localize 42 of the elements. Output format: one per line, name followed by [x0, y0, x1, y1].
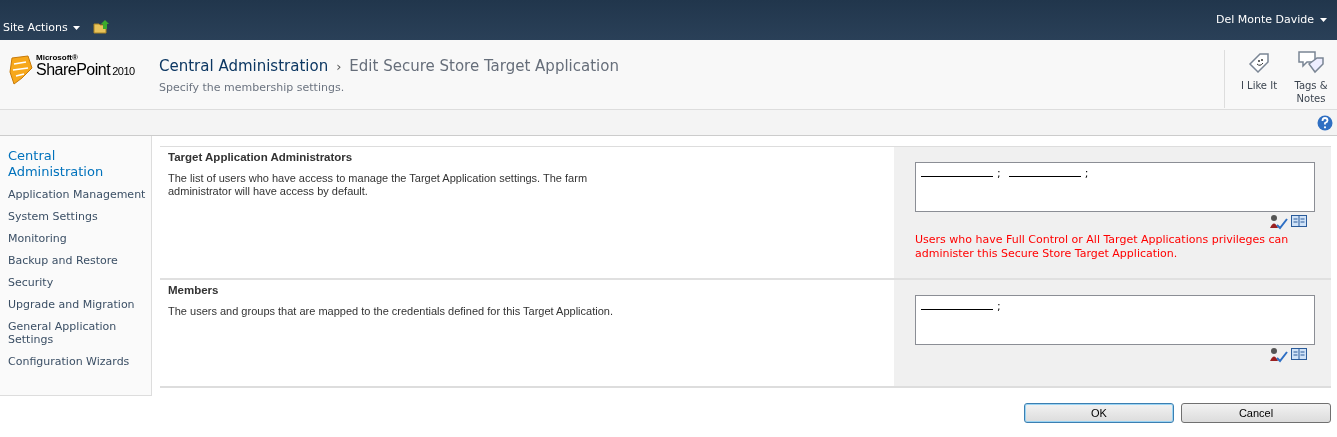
ok-button[interactable]: OK [1024, 403, 1174, 423]
section-description: The users and groups that are mapped to the credentials defined for this Target Application. [168, 305, 614, 318]
nav-link[interactable]: Monitoring [8, 228, 151, 250]
entry-separator: ; [1084, 167, 1089, 180]
help-icon[interactable] [1317, 114, 1333, 131]
check-names-icon[interactable] [1269, 347, 1289, 363]
nav-link[interactable]: Configuration Wizards [8, 351, 151, 373]
nav-heading-link[interactable]: Central Administration [8, 148, 151, 180]
entry-separator: ; [997, 167, 1001, 180]
logo-microsoft-text: Microsoft® [36, 54, 79, 62]
speech-tag-icon [1297, 50, 1325, 76]
address-book-icon[interactable] [1291, 347, 1307, 361]
nav-link[interactable]: Security [8, 272, 151, 294]
breadcrumb-separator: › [336, 59, 342, 74]
check-names-icon[interactable] [1269, 214, 1289, 230]
section-title: Target Application Administrators [168, 151, 354, 163]
address-book-icon[interactable] [1291, 214, 1307, 228]
nav-link[interactable]: System Settings [8, 206, 151, 228]
nav-link[interactable]: Backup and Restore [8, 250, 151, 272]
section-description: The list of users who have access to manage the Target Application settings. The farm administrator will have access by default. [168, 172, 589, 198]
nav-link[interactable]: Upgrade and Migration [8, 294, 151, 316]
caret-icon [72, 26, 80, 30]
caret-icon [1320, 18, 1327, 22]
sharepoint-logo-icon [8, 54, 34, 86]
people-picker-field[interactable]: ; ; [915, 162, 1315, 212]
entry-separator: ; [997, 300, 1001, 313]
page-title: Edit Secure Store Target Application [349, 57, 619, 75]
site-actions-menu[interactable]: Site Actions [3, 21, 68, 34]
page-subtitle: Specify the membership settings. [159, 81, 346, 94]
nav-link[interactable]: Application Management [8, 184, 151, 206]
folder-arrow-icon[interactable] [92, 20, 110, 34]
people-picker-field[interactable]: ; [915, 295, 1315, 345]
nav-link[interactable]: General Application Settings [8, 316, 151, 351]
warning-note: Users who have Full Control or All Target Applications privileges can administer this Secure Store Target Application. [915, 233, 1290, 261]
logo-text: SharePoint2010 [36, 62, 135, 78]
smiley-tag-icon [1246, 50, 1272, 76]
like-button[interactable]: I Like It [1233, 50, 1285, 108]
tags-notes-button[interactable]: Tags & Notes [1285, 50, 1337, 108]
breadcrumb-link[interactable]: Central Administration [159, 57, 329, 75]
user-menu[interactable]: Del Monte Davide [1215, 13, 1314, 26]
section-title: Members [168, 284, 220, 296]
cancel-button[interactable]: Cancel [1181, 403, 1331, 423]
